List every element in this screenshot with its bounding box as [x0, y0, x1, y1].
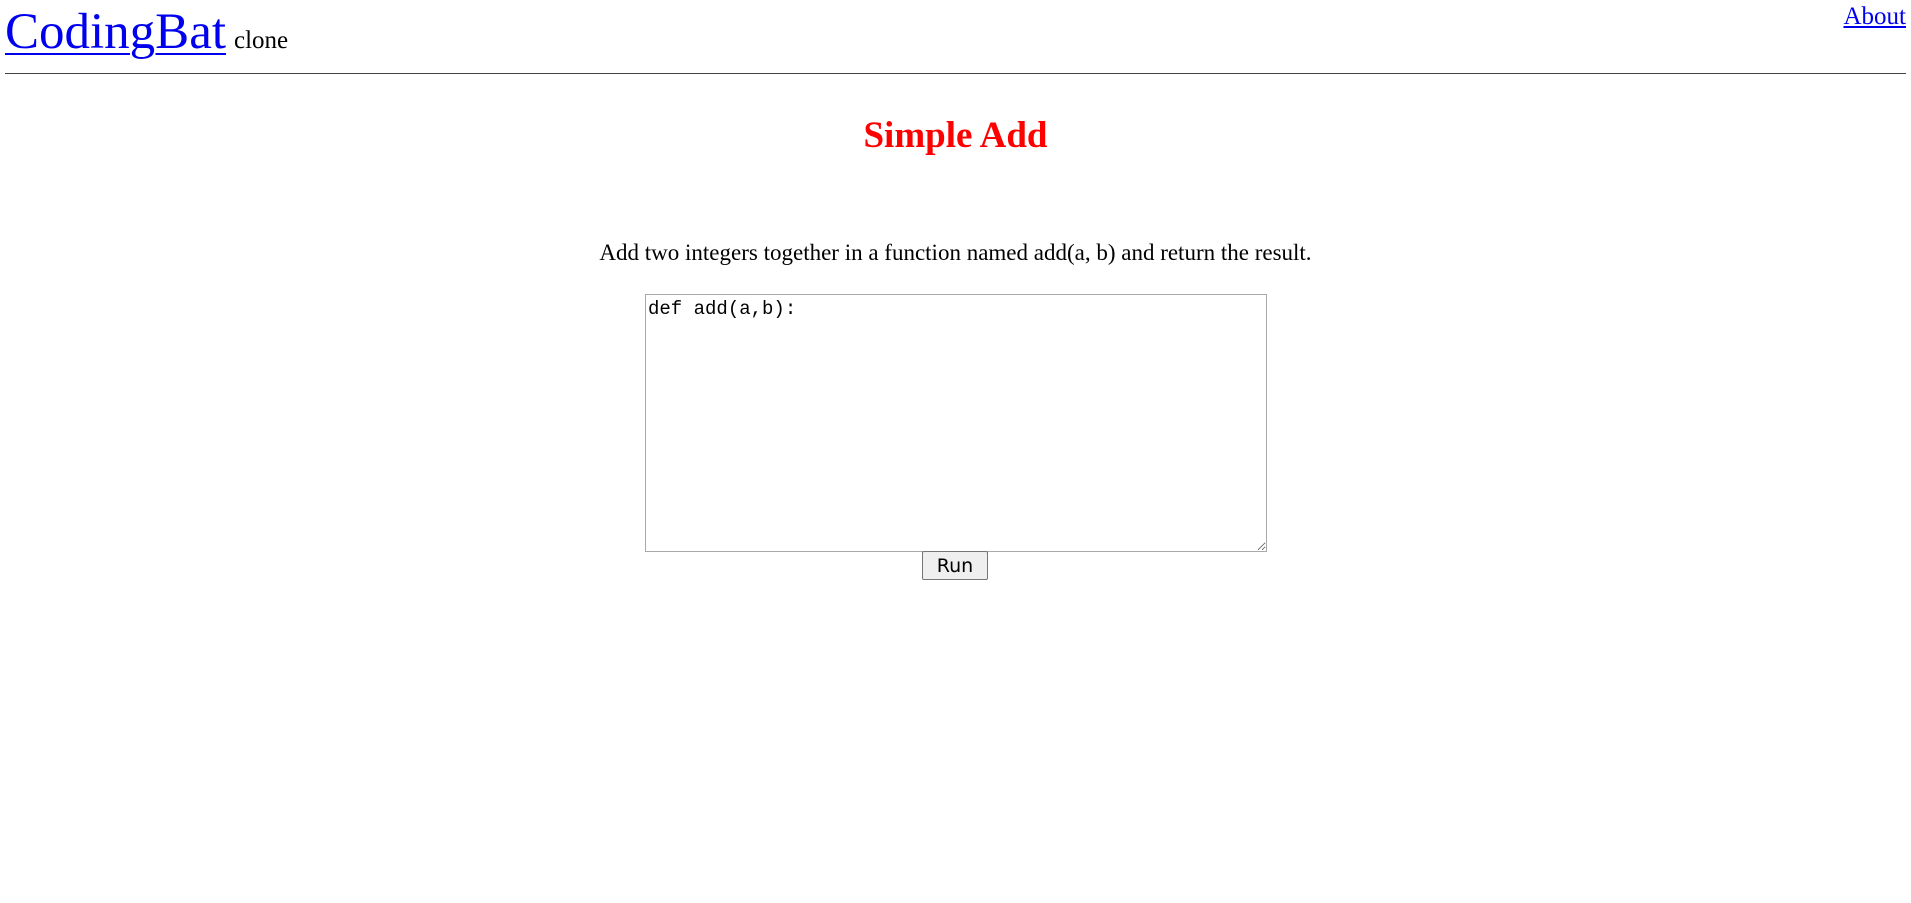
run-button[interactable]: Run	[922, 551, 988, 580]
brand: CodingBat clone	[5, 3, 288, 61]
problem-description: Add two integers together in a function …	[599, 240, 1312, 265]
brand-subtitle: clone	[234, 27, 289, 54]
code-editor[interactable]: def add(a,b):	[645, 294, 1267, 552]
site-header: CodingBat clone About	[5, 0, 1906, 74]
about-link[interactable]: About	[1844, 3, 1907, 31]
problem-title: Simple Add	[863, 115, 1048, 156]
brand-home-link[interactable]: CodingBat	[5, 4, 226, 60]
page: CodingBat clone About Simple Add Add two…	[0, 0, 1911, 903]
